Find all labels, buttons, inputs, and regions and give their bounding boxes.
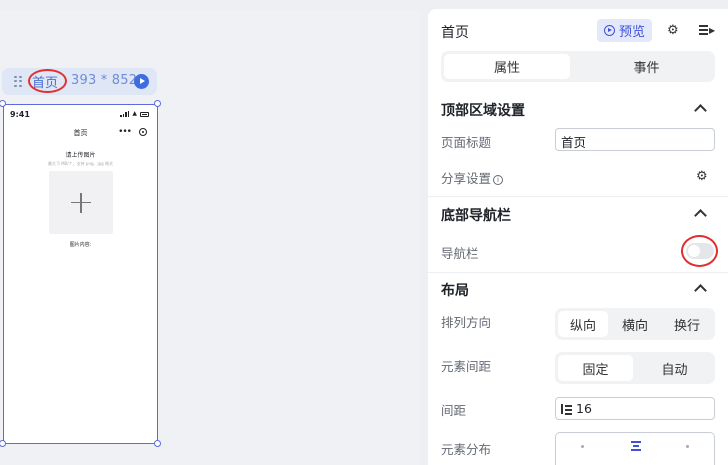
collapse-panel-icon[interactable]: ▶ [699,24,715,36]
gap-label: 元素间距 [441,359,492,374]
close-target-icon [139,128,147,136]
distribution-label: 元素分布 [441,442,492,457]
upload-hint: 最大 5 MB/个，支持 png、jpg 格式 [48,161,113,166]
chevron-up-icon[interactable] [694,284,707,297]
wifi-icon: ▲ [132,110,137,117]
preview-label: 预览 [618,25,645,40]
direction-horizontal[interactable]: 横向 [610,311,660,337]
panel-header: 首页 预览 ⚙ ▶ [428,9,728,52]
resize-handle-bl[interactable] [0,440,6,447]
tab-events[interactable]: 事件 [581,54,712,79]
align-center-icon[interactable] [630,441,642,451]
share-settings-label: 分享设置 i [441,168,504,187]
direction-label: 排列方向 [441,315,492,330]
line-spacing-icon [561,403,573,415]
image-content-label: 图片内容: [69,242,92,248]
phone-frame[interactable]: 9:41 ▲ 首页 ••• 请上传图片 最大 5 MB/个，支持 png、jpg… [3,104,158,444]
status-time: 9:41 [10,110,30,119]
design-canvas[interactable]: 首页 393 * 852 9:41 ▲ 首页 ••• 请上传图片 最大 5 MB… [0,0,420,465]
play-circle-icon [603,25,615,36]
tab-properties[interactable]: 属性 [444,54,570,79]
distribution-end-dot[interactable] [686,445,689,448]
battery-icon [140,111,149,117]
resize-handle-tr[interactable] [154,100,161,107]
panel-title: 首页 [441,25,469,41]
distribution-start-dot[interactable] [581,445,584,448]
mini-program-capsule: ••• [118,127,147,137]
signal-icon [120,111,130,117]
direction-vertical[interactable]: 纵向 [558,311,608,337]
section-title-bottom-nav[interactable]: 底部导航栏 [441,205,511,225]
status-icons: ▲ [120,111,149,117]
spacing-label: 间距 [441,403,467,418]
more-dots-icon: ••• [118,127,132,137]
drag-handle-icon[interactable] [14,75,22,88]
gear-icon[interactable]: ⚙ [667,24,679,37]
chevron-up-icon[interactable] [694,209,707,222]
spacing-input[interactable]: 16 [555,397,715,420]
annotation-circle [28,69,67,93]
section-title-layout[interactable]: 布局 [441,280,469,300]
plus-icon [71,192,91,213]
gap-auto[interactable]: 自动 [637,355,712,381]
annotation-circle [681,235,718,267]
direction-wrap[interactable]: 换行 [662,311,712,337]
panel-tabs: 属性 事件 [441,51,715,82]
share-gear-icon[interactable]: ⚙ [696,170,708,183]
upload-box[interactable] [49,171,113,234]
resize-handle-br[interactable] [154,440,161,447]
nav-bar-label: 导航栏 [441,246,479,261]
gap-fixed[interactable]: 固定 [558,355,633,381]
page-title-label: 页面标题 [441,135,492,150]
info-icon[interactable]: i [493,175,504,185]
distribution-picker[interactable] [555,432,715,465]
preview-button[interactable]: 预览 [597,19,652,42]
upload-title: 请上传图片 [65,152,96,159]
page-label-bar[interactable]: 首页 393 * 852 [2,68,157,95]
canvas-top-strip [0,0,420,10]
page-size: 393 * 852 [71,73,138,88]
direction-segmented: 纵向 横向 换行 [555,308,715,340]
gap-segmented: 固定 自动 [555,352,715,384]
play-icon[interactable] [134,74,149,89]
properties-panel: 首页 预览 ⚙ ▶ 属性 事件 顶部区域设置 页面标题 首页 分享设置 i ⚙ 底… [428,9,728,465]
divider [428,272,728,273]
section-title-top-area[interactable]: 顶部区域设置 [441,100,525,120]
page-title-input[interactable]: 首页 [555,128,715,151]
divider [428,196,728,197]
chevron-up-icon[interactable] [694,104,707,117]
